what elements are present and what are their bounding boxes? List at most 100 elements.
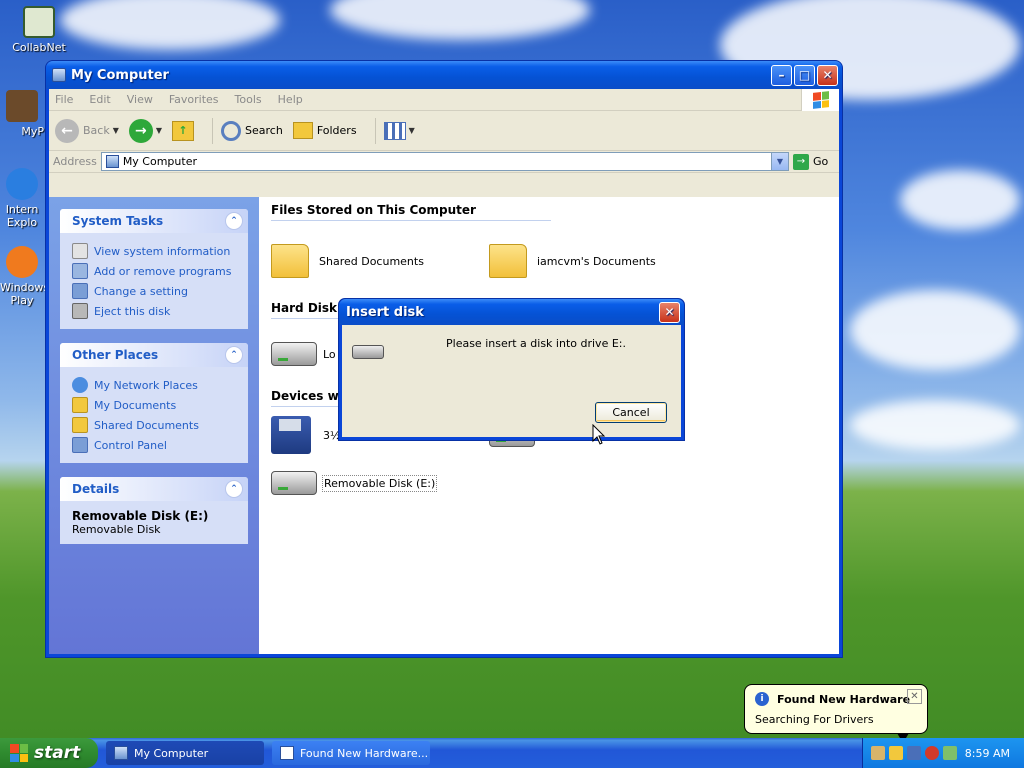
- forward-button[interactable]: → ▼: [128, 118, 162, 143]
- place-my-network-places[interactable]: My Network Places: [72, 375, 236, 395]
- item-shared-documents[interactable]: Shared Documents: [271, 244, 489, 278]
- my-documents-icon: [72, 397, 88, 413]
- place-shared-documents[interactable]: Shared Documents: [72, 415, 236, 435]
- address-value: My Computer: [122, 155, 197, 168]
- go-label: Go: [813, 155, 829, 168]
- balloon-title: Found New Hardware: [777, 692, 911, 706]
- taskbar-item-found-new-hardware[interactable]: Found New Hardware...: [272, 741, 430, 765]
- item-user-documents[interactable]: iamcvm's Documents: [489, 244, 707, 278]
- item-label: Removable Disk (E:): [321, 474, 438, 492]
- item-label: Lo: [323, 347, 336, 361]
- item-removable-disk[interactable]: Removable Disk (E:): [271, 471, 489, 495]
- internet-explorer-icon: [6, 168, 38, 200]
- add-remove-programs-icon: [72, 263, 88, 279]
- search-label: Search: [245, 124, 283, 137]
- desktop-icon-collabnet[interactable]: CollabNet: [4, 6, 74, 54]
- window-icon: [280, 746, 294, 760]
- task-eject-disk[interactable]: Eject this disk: [72, 301, 236, 321]
- collapse-chevron-icon[interactable]: ⌃: [225, 480, 243, 498]
- up-folder-icon: ↑: [172, 120, 195, 141]
- dialog-titlebar[interactable]: Insert disk ✕: [339, 299, 684, 325]
- views-button[interactable]: ▼: [383, 121, 415, 140]
- window-titlebar[interactable]: My Computer – □ ✕: [46, 61, 842, 89]
- tools-icon[interactable]: [871, 746, 885, 760]
- details-title: Details: [72, 482, 120, 496]
- shortcut-icon: [6, 90, 38, 122]
- dialog-title: Insert disk: [346, 304, 424, 320]
- place-my-documents[interactable]: My Documents: [72, 395, 236, 415]
- desktop-icon-internet-explorer[interactable]: Intern Explo: [0, 168, 44, 229]
- chevron-down-icon: ▼: [408, 126, 415, 135]
- security-shield-icon[interactable]: [889, 746, 903, 760]
- back-button[interactable]: ← Back ▼: [55, 118, 119, 143]
- details-panel: Details ⌃ Removable Disk (E:) Removable …: [60, 477, 248, 544]
- item-label: iamcvm's Documents: [537, 254, 656, 268]
- safely-remove-hardware-icon[interactable]: [907, 746, 921, 760]
- details-item-name: Removable Disk (E:): [72, 509, 209, 523]
- desktop-icon-label: Windows Play: [0, 281, 50, 307]
- cancel-button[interactable]: Cancel: [595, 402, 667, 423]
- menu-file[interactable]: File: [55, 93, 73, 106]
- desktop-icon-label: CollabNet: [12, 41, 66, 54]
- go-button[interactable]: → Go: [789, 153, 839, 170]
- up-folder-button[interactable]: ↑: [172, 120, 195, 141]
- menu-view[interactable]: View: [127, 93, 153, 106]
- window-title: My Computer: [71, 67, 169, 83]
- address-input[interactable]: My Computer ▼: [100, 152, 789, 171]
- balloon-close-button[interactable]: ✕: [907, 689, 922, 704]
- collapse-chevron-icon[interactable]: ⌃: [225, 212, 243, 230]
- address-dropdown-button[interactable]: ▼: [771, 153, 788, 170]
- taskbar-item-my-computer[interactable]: My Computer: [106, 741, 264, 765]
- toolbar: ← Back ▼ → ▼ ↑ Search Folders ▼: [49, 111, 839, 151]
- folders-button[interactable]: Folders: [292, 122, 357, 139]
- close-button[interactable]: ✕: [817, 64, 838, 86]
- clock: 8:59 AM: [964, 746, 1010, 760]
- task-add-remove-programs[interactable]: Add or remove programs: [72, 261, 236, 281]
- folders-icon: [292, 122, 313, 139]
- details-header[interactable]: Details ⌃: [60, 477, 248, 501]
- desktop-icon-label: Intern Explo: [5, 203, 39, 229]
- toolbar-separator: [374, 117, 376, 144]
- desktop-icon-windows-media-player[interactable]: Windows Play: [0, 246, 50, 307]
- notification-balloon[interactable]: i Found New Hardware ✕ Searching For Dri…: [744, 684, 928, 743]
- menu-edit[interactable]: Edit: [89, 93, 110, 106]
- address-label: Address: [53, 155, 97, 168]
- back-arrow-icon: ←: [55, 118, 79, 143]
- system-tasks-panel: System Tasks ⌃ View system information A…: [60, 209, 248, 329]
- place-control-panel[interactable]: Control Panel: [72, 435, 236, 455]
- windows-logo-icon: [10, 744, 28, 762]
- other-places-header[interactable]: Other Places ⌃: [60, 343, 248, 367]
- minimize-button[interactable]: –: [771, 64, 792, 86]
- security-alert-icon[interactable]: [925, 746, 939, 760]
- views-icon: [383, 121, 406, 140]
- task-label: View system information: [94, 244, 231, 258]
- menu-favorites[interactable]: Favorites: [169, 93, 219, 106]
- place-label: Control Panel: [94, 438, 167, 452]
- menu-tools[interactable]: Tools: [235, 93, 262, 106]
- dialog-close-button[interactable]: ✕: [659, 301, 680, 323]
- start-label: start: [34, 743, 81, 763]
- system-tasks-header[interactable]: System Tasks ⌃: [60, 209, 248, 233]
- forward-arrow-icon: →: [128, 118, 153, 143]
- search-button[interactable]: Search: [221, 120, 283, 141]
- maximize-button[interactable]: □: [794, 64, 815, 86]
- info-icon: i: [755, 692, 769, 706]
- other-places-panel: Other Places ⌃ My Network Places My Docu…: [60, 343, 248, 463]
- network-connection-icon[interactable]: [943, 746, 957, 760]
- folder-icon: [72, 417, 88, 433]
- menu-help[interactable]: Help: [278, 93, 303, 106]
- desktop-icon-label: MyP: [21, 125, 44, 138]
- my-computer-icon: [114, 746, 128, 760]
- task-change-setting[interactable]: Change a setting: [72, 281, 236, 301]
- task-view-system-information[interactable]: View system information: [72, 241, 236, 261]
- start-button[interactable]: start: [0, 738, 98, 768]
- collapse-chevron-icon[interactable]: ⌃: [225, 346, 243, 364]
- folder-icon: [271, 244, 309, 278]
- taskbar: start My Computer Found New Hardware... …: [0, 738, 1024, 768]
- removable-disk-icon: [271, 471, 317, 495]
- insert-disk-dialog: Insert disk ✕ Please insert a disk into …: [338, 298, 685, 441]
- task-label: Eject this disk: [94, 304, 171, 318]
- balloon-body: Searching For Drivers: [755, 713, 874, 726]
- other-places-title: Other Places: [72, 348, 159, 362]
- desktop-icon-myp[interactable]: MyP: [0, 90, 44, 138]
